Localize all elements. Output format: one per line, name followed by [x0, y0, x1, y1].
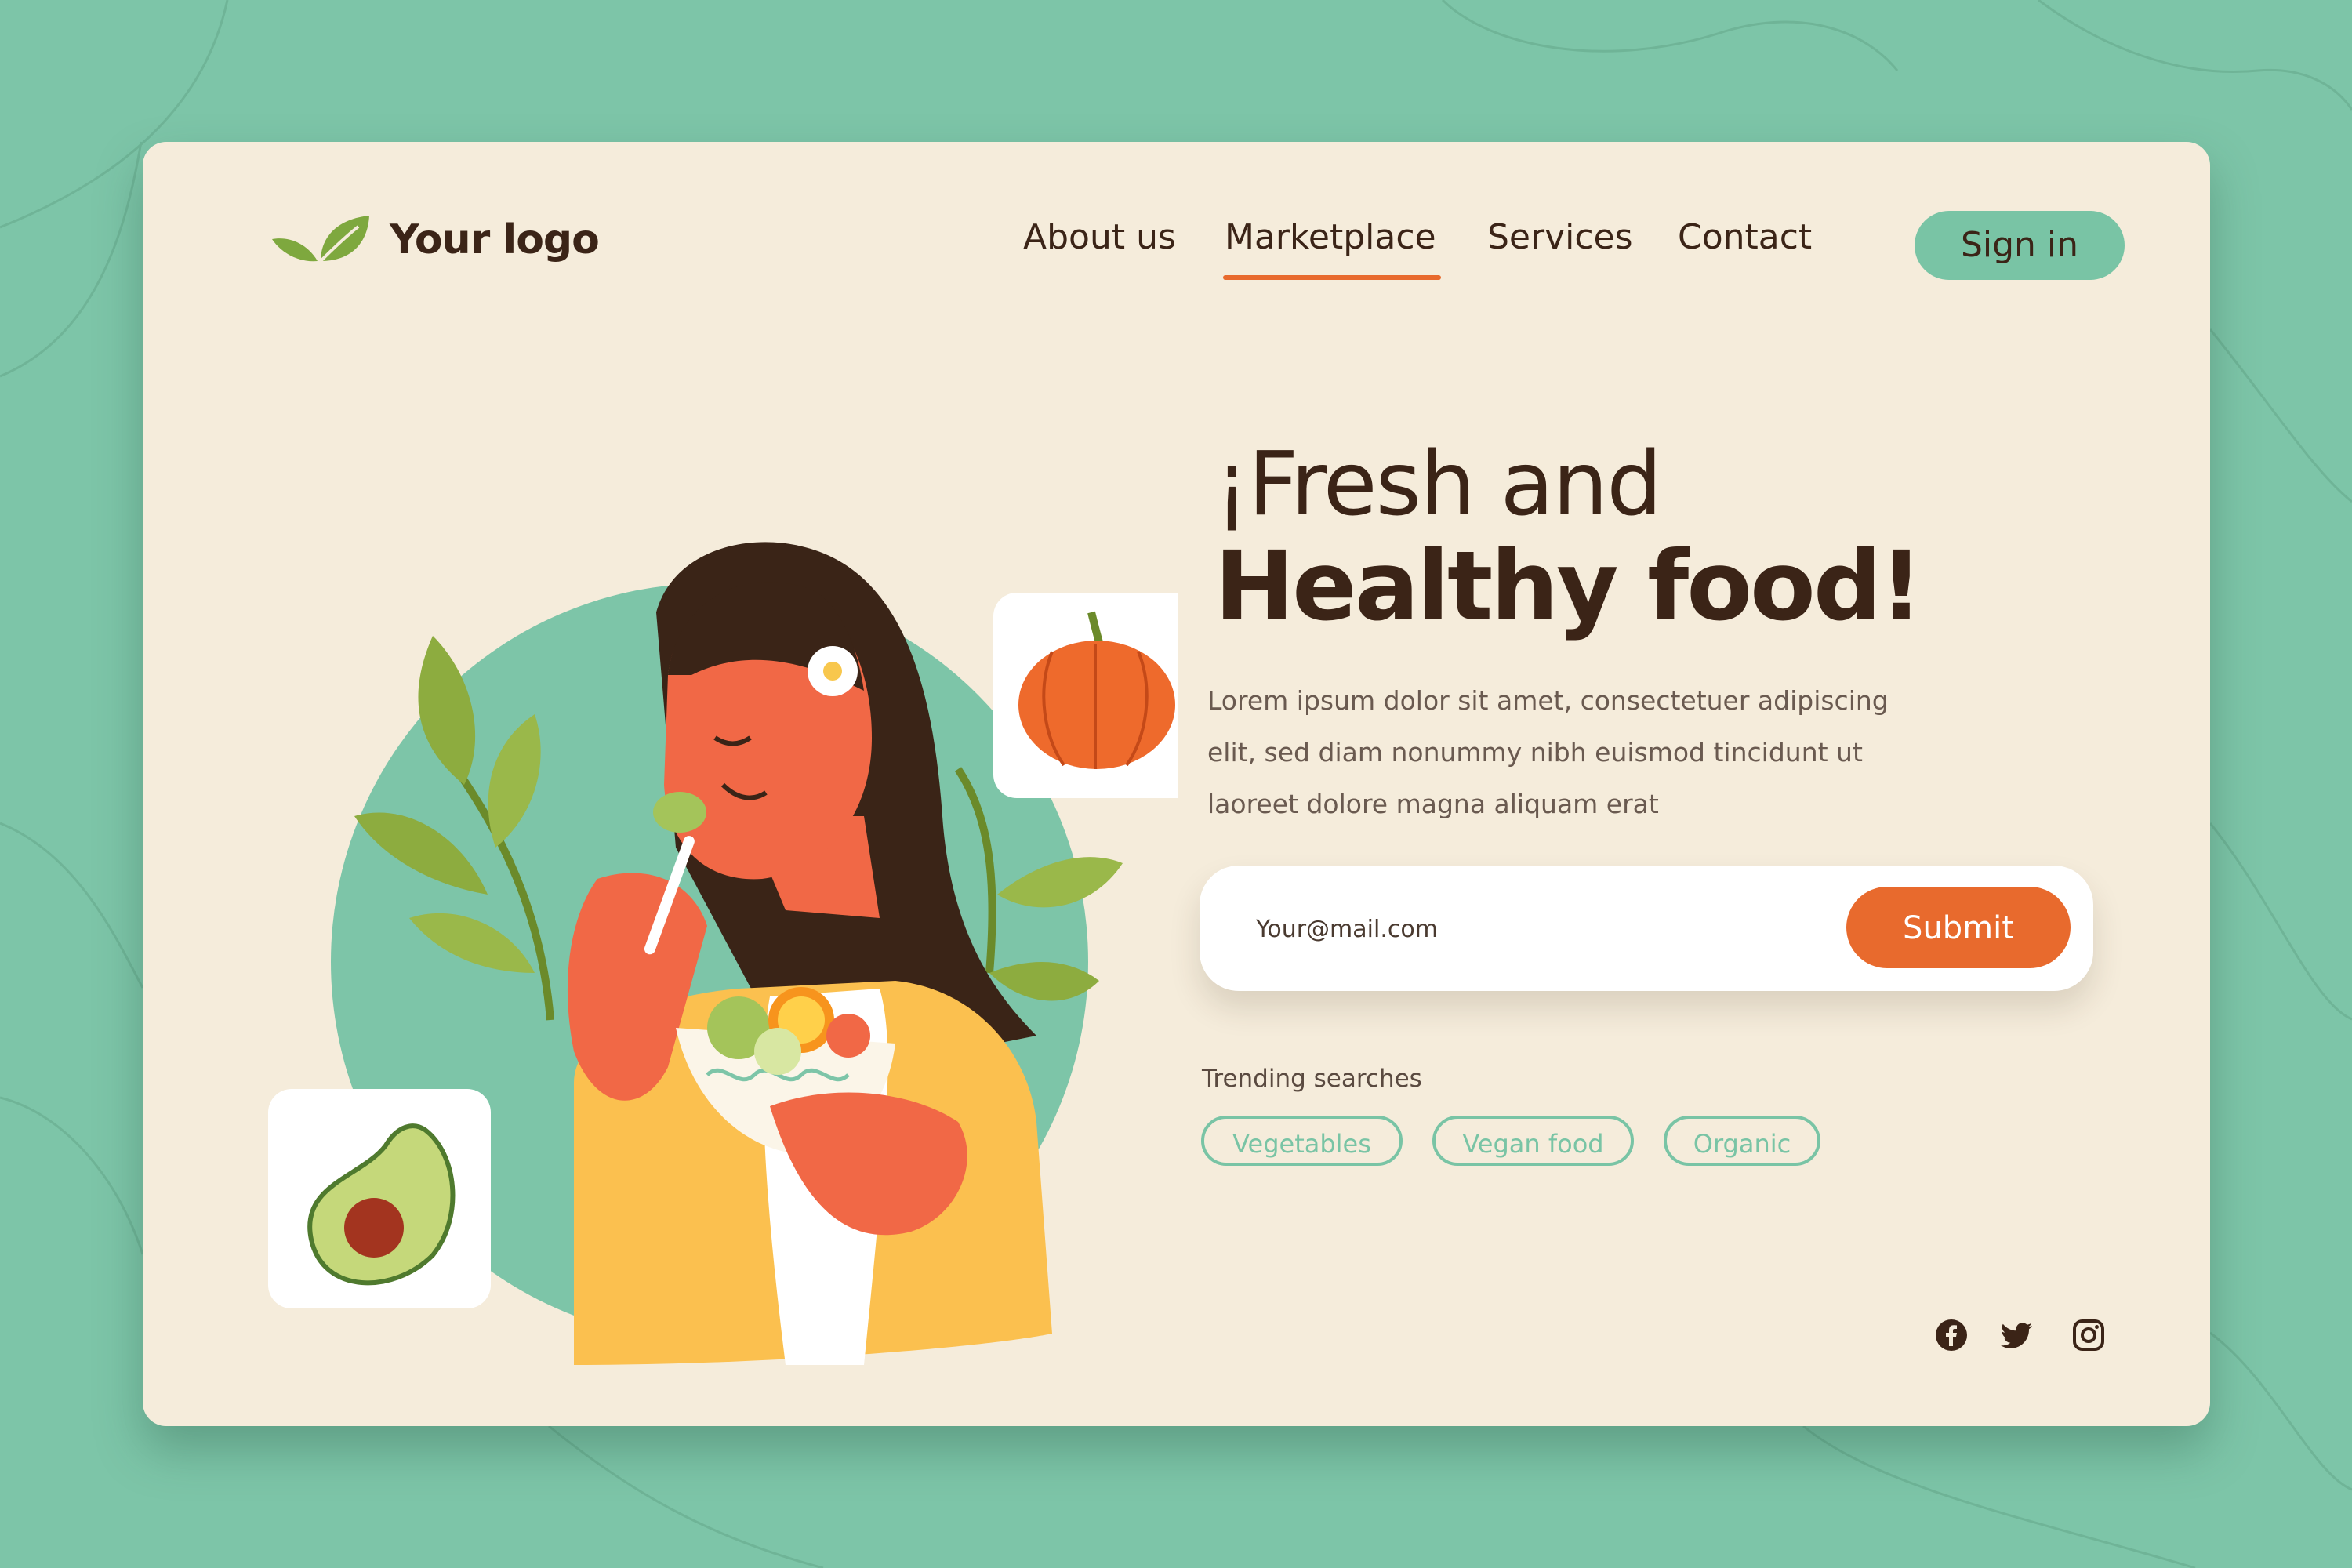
twitter-icon[interactable] — [2001, 1318, 2035, 1352]
tag-organic[interactable]: Organic — [1664, 1116, 1820, 1166]
landing-card: Your logo About us Marketplace Services … — [143, 142, 2210, 1426]
avocado-card — [268, 1089, 491, 1308]
tag-vegetables[interactable]: Vegetables — [1201, 1116, 1403, 1166]
hero-title-line-2: Healthy food! — [1214, 531, 1923, 642]
newsletter-form: Submit — [1200, 866, 2093, 991]
email-input[interactable] — [1254, 897, 1791, 961]
hero-title: ¡Fresh and Healthy food! — [1214, 434, 1923, 642]
hero-description: Lorem ipsum dolor sit amet, consectetuer… — [1207, 685, 1889, 819]
submit-button[interactable]: Submit — [1846, 887, 2071, 968]
sign-in-button[interactable]: Sign in — [1915, 211, 2125, 280]
instagram-icon[interactable] — [2071, 1318, 2106, 1352]
tag-vegan-food[interactable]: Vegan food — [1432, 1116, 1634, 1166]
nav-services[interactable]: Services — [1487, 214, 1633, 261]
hero-title-line-1: ¡Fresh and — [1214, 434, 1662, 535]
nav-marketplace[interactable]: Marketplace — [1223, 214, 1441, 280]
social-links — [1934, 1318, 2122, 1357]
main-nav: About us Marketplace Services Contact — [143, 214, 2210, 280]
trending-label: Trending searches — [1202, 1065, 1422, 1093]
hero-illustration — [268, 542, 1178, 1365]
nav-contact[interactable]: Contact — [1678, 214, 1812, 261]
facebook-icon[interactable] — [1934, 1318, 1969, 1352]
pumpkin-card — [993, 593, 1178, 798]
nav-about-us[interactable]: About us — [1023, 214, 1176, 261]
